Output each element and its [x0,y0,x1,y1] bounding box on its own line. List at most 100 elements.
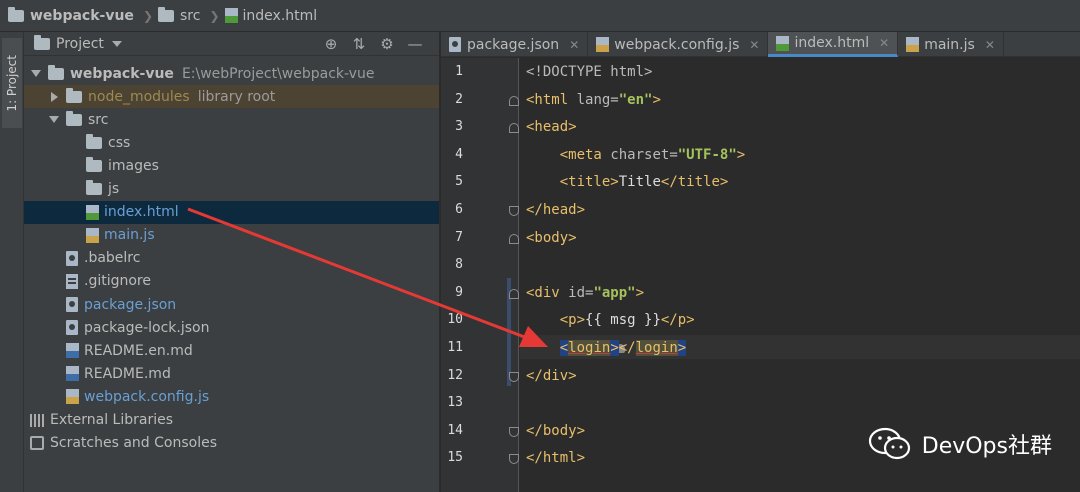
chevron-down-icon [111,40,122,47]
line-number: 6 [455,202,463,217]
line-number: 1 [455,64,463,79]
tree-item-label: README.en.md [84,342,193,359]
tree-item[interactable]: webpack.config.js [24,385,439,408]
line-number: 11 [447,340,463,355]
line-number: 2 [455,91,463,107]
close-icon[interactable]: ✕ [985,38,995,52]
breadcrumb-file[interactable]: index.html [224,8,317,24]
tree-item-label: README.md [84,365,171,382]
close-icon[interactable]: ✕ [569,38,579,52]
tree-expander[interactable] [30,70,42,77]
editor-tab[interactable]: package.json ✕ [441,32,589,57]
tree-item-label: External Libraries [50,412,173,428]
close-icon[interactable]: ✕ [879,36,889,50]
tree-item-label: package.json [84,296,177,313]
breadcrumb-folder-label: src [180,7,201,24]
fold-icon[interactable] [509,206,519,216]
tree-item-label: .babelrc [84,250,141,267]
tree-item-label: Scratches and Consoles [50,435,217,452]
close-icon[interactable]: ✕ [749,38,759,52]
chevron-right-icon[interactable] [50,91,58,102]
tree-item-label: images [108,157,159,174]
gear-icon[interactable]: ⚙ [373,34,401,54]
html-file-icon [776,35,790,51]
fold-icon[interactable] [509,454,519,465]
html-file-icon [86,204,99,220]
editor-gutter: 1 2 3 4 5 6 7 8 9 10 11 12 13 14 15 [441,58,519,492]
editor-tab[interactable]: index.html ✕ [768,32,899,57]
fold-icon[interactable] [509,123,519,134]
project-icon [34,34,50,50]
line-number: 15 [447,450,463,466]
breadcrumb-separator: ❯ [142,8,153,23]
tree-item-label: .gitignore [84,273,151,290]
markdown-file-icon [66,343,79,359]
js-file-icon [86,227,99,243]
tree-item[interactable]: js [24,178,439,201]
tree-item[interactable]: .babelrc [24,247,439,270]
tree-item[interactable]: main.js [24,224,439,247]
code-line: <body> [526,229,577,246]
navigation-bar: webpack-vue ❯ src ❯ index.html [0,0,1080,32]
tree-item[interactable]: package-lock.json [24,316,439,339]
tree-expander[interactable] [48,91,60,102]
code-line: <login></login> [559,340,687,356]
tree-item-label: main.js [104,227,155,244]
line-number: 14 [447,422,463,438]
fold-icon[interactable] [509,426,519,437]
tree-item[interactable]: webpack-vue E:\webProject\webpack-vue [24,62,439,85]
tree-item-label: js [108,181,120,197]
tree-item-hint: E:\webProject\webpack-vue [181,65,375,82]
folder-icon [66,87,82,103]
code-line: </html> [526,450,586,467]
config-file-icon [66,320,78,336]
breadcrumb-project[interactable]: webpack-vue [8,6,134,24]
tree-item[interactable]: node_modules library root [24,85,439,109]
tree-item[interactable]: src [24,108,439,131]
tree-item-hint: library root [197,88,276,105]
code-line: <!DOCTYPE html> [526,64,653,80]
editor-tab[interactable]: main.js ✕ [898,32,1004,57]
project-view-selector[interactable]: Project [34,34,122,52]
breadcrumb-folder[interactable]: src [158,6,201,24]
config-file-icon [449,37,461,52]
folder-icon [8,6,24,22]
tree-expander[interactable] [48,116,60,124]
fold-icon[interactable] [509,233,519,244]
fold-icon[interactable] [509,95,519,106]
js-file-icon [66,389,79,405]
project-tool-label: 1: Project [5,54,19,112]
tree-item[interactable]: README.md [24,362,439,385]
line-number: 13 [447,395,463,411]
chevron-down-icon[interactable] [31,70,41,77]
folder-icon [66,110,82,126]
folder-icon [86,180,102,195]
html-file-icon [224,8,238,23]
tree-item-label: css [108,134,131,151]
tab-label: main.js [924,36,975,53]
breadcrumb-project-label: webpack-vue [30,7,134,24]
folder-icon [48,64,64,80]
collapse-icon[interactable]: ⇅ [345,34,373,54]
fold-icon[interactable] [509,371,519,382]
tab-label: package.json [467,36,560,53]
line-number: 4 [455,146,463,162]
project-tool-button[interactable]: 1: Project [2,38,22,128]
config-file-icon [66,250,78,266]
editor-tab[interactable]: webpack.config.js ✕ [588,32,769,57]
tree-item[interactable]: index.html [24,200,439,224]
minimize-icon[interactable]: — [401,34,429,54]
chevron-down-icon[interactable] [49,116,59,124]
crosshair-icon[interactable]: ⊕ [317,34,345,54]
tree-item-label: package-lock.json [84,319,210,336]
tree-item[interactable]: css [24,131,439,154]
tree-item[interactable]: README.en.md [24,339,439,362]
tree-item[interactable]: Scratches and Consoles [24,432,439,455]
tree-item[interactable]: package.json [24,293,439,316]
fold-icon[interactable] [509,288,519,299]
tree-item[interactable]: .gitignore [24,270,439,293]
breadcrumb-separator: ❯ [209,8,220,23]
watermark: DevOps社群 [868,426,1052,462]
tree-item[interactable]: External Libraries [24,409,439,432]
tree-item[interactable]: images [24,154,439,177]
